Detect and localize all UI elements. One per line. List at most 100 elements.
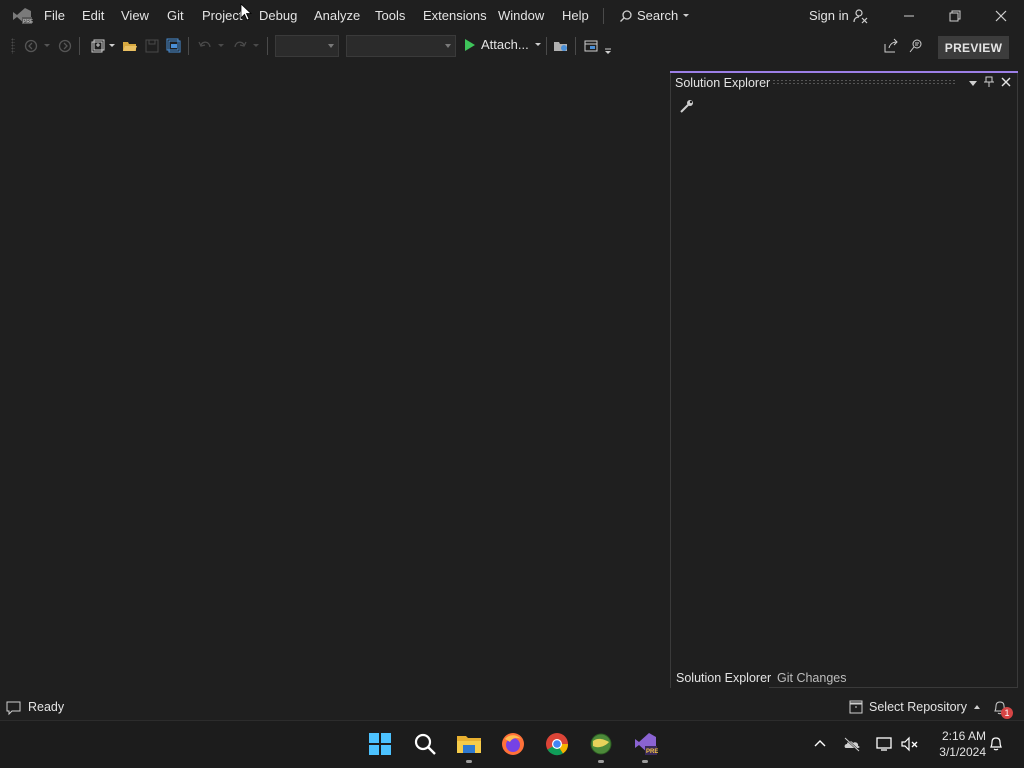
select-repository-label: Select Repository xyxy=(869,700,967,714)
properties-wrench-icon[interactable] xyxy=(679,98,695,114)
attach-label: Attach... xyxy=(481,37,529,52)
close-button[interactable] xyxy=(991,6,1011,26)
feedback-icon[interactable] xyxy=(908,38,924,54)
toolbar-separator xyxy=(267,37,268,55)
toolbar-separator xyxy=(575,37,576,55)
minimize-icon xyxy=(904,15,914,17)
close-icon xyxy=(1001,77,1011,87)
volume-muted-icon[interactable] xyxy=(901,736,919,752)
tab-solution-explorer[interactable]: Solution Explorer xyxy=(676,671,771,685)
panel-options-button[interactable] xyxy=(967,78,979,88)
toolbar-separator xyxy=(546,37,547,55)
notification-count-badge: 1 xyxy=(1001,707,1013,719)
chevron-up-icon xyxy=(814,740,826,747)
new-project-icon[interactable] xyxy=(89,38,105,54)
save-all-icon[interactable] xyxy=(166,38,182,54)
onedrive-offline-icon[interactable] xyxy=(843,736,861,752)
system-clock[interactable]: 2:16 AM 3/1/2024 xyxy=(928,728,986,760)
panel-active-indicator xyxy=(670,71,1018,73)
clock-time: 2:16 AM xyxy=(941,729,986,743)
notification-center-icon[interactable] xyxy=(988,736,1004,752)
panel-close-button[interactable] xyxy=(1000,76,1012,88)
chevron-down-icon xyxy=(328,44,334,48)
save-icon[interactable] xyxy=(144,38,160,54)
menu-file[interactable]: File xyxy=(44,8,65,23)
minimize-button[interactable] xyxy=(899,6,919,26)
running-indicator xyxy=(466,760,472,763)
menu-extensions[interactable]: Extensions xyxy=(423,8,487,23)
windows-start-icon[interactable] xyxy=(367,731,393,757)
mouse-cursor-icon xyxy=(240,3,253,21)
menu-help[interactable]: Help xyxy=(562,8,589,23)
restore-icon xyxy=(949,10,961,22)
browse-folder-icon[interactable] xyxy=(553,38,569,54)
toolbar-separator xyxy=(188,37,189,55)
pin-icon xyxy=(984,76,994,87)
close-icon xyxy=(995,10,1007,22)
attach-button[interactable]: Attach... xyxy=(464,37,542,52)
network-icon[interactable] xyxy=(875,736,893,752)
chevron-up-icon xyxy=(973,705,980,709)
show-hidden-icons-button[interactable] xyxy=(813,737,827,751)
toolbar-grip[interactable] xyxy=(11,38,15,54)
svg-text:PRE: PRE xyxy=(646,749,658,755)
chrome-icon[interactable] xyxy=(544,731,570,757)
menu-debug[interactable]: Debug xyxy=(259,8,297,23)
menu-window[interactable]: Window xyxy=(498,8,544,23)
chevron-down-icon xyxy=(683,13,690,17)
chevron-down-icon[interactable] xyxy=(217,38,225,54)
app-globe-icon[interactable] xyxy=(588,731,614,757)
configuration-dropdown[interactable] xyxy=(275,35,339,57)
file-explorer-icon[interactable] xyxy=(456,731,482,757)
search-button[interactable]: Search xyxy=(619,8,690,23)
menu-analyze[interactable]: Analyze xyxy=(314,8,360,23)
chevron-down-icon[interactable] xyxy=(43,38,51,54)
solution-explorer-panel xyxy=(670,72,1018,688)
search-icon xyxy=(620,9,632,22)
svg-text:PRE: PRE xyxy=(23,19,33,25)
output-notification-icon[interactable] xyxy=(6,700,22,716)
restore-button[interactable] xyxy=(945,6,965,26)
editor-area xyxy=(0,62,668,696)
running-indicator xyxy=(598,760,604,763)
running-indicator xyxy=(642,760,648,763)
visual-studio-logo-icon: PRE xyxy=(11,6,34,26)
open-folder-icon[interactable] xyxy=(122,38,138,54)
navigate-forward-icon[interactable] xyxy=(57,38,73,54)
status-text: Ready xyxy=(28,700,65,714)
toolbar-separator xyxy=(79,37,80,55)
menu-separator xyxy=(603,8,604,24)
menu-edit[interactable]: Edit xyxy=(82,8,104,23)
search-label: Search xyxy=(637,8,679,23)
menu-view[interactable]: View xyxy=(121,8,149,23)
preview-button[interactable]: PREVIEW xyxy=(938,36,1009,59)
redo-icon[interactable] xyxy=(232,38,248,54)
select-repository-button[interactable]: Select Repository xyxy=(849,700,981,714)
panel-grip[interactable] xyxy=(772,79,957,85)
menu-project[interactable]: Project xyxy=(202,8,242,23)
platform-dropdown[interactable] xyxy=(346,35,456,57)
menu-git[interactable]: Git xyxy=(167,8,184,23)
chevron-down-icon xyxy=(534,42,541,46)
taskbar-search-icon[interactable] xyxy=(412,731,438,757)
navigate-back-icon[interactable] xyxy=(23,38,39,54)
account-settings-icon[interactable] xyxy=(852,8,868,24)
chevron-down-icon xyxy=(445,44,451,48)
play-icon xyxy=(465,38,475,51)
pin-button[interactable] xyxy=(983,76,995,88)
notifications-button[interactable]: 1 xyxy=(992,700,1014,720)
tab-git-changes[interactable]: Git Changes xyxy=(777,671,846,685)
menu-tools[interactable]: Tools xyxy=(375,8,405,23)
visual-studio-preview-icon[interactable]: PRE xyxy=(632,731,658,757)
chevron-down-icon[interactable] xyxy=(252,38,260,54)
toolbar-overflow-icon[interactable] xyxy=(603,43,613,59)
chevron-down-icon xyxy=(969,81,977,86)
firefox-icon[interactable] xyxy=(500,731,526,757)
clock-date: 3/1/2024 xyxy=(939,745,986,759)
sign-in-link[interactable]: Sign in xyxy=(809,8,849,23)
live-share-icon[interactable] xyxy=(883,38,899,54)
window-layout-icon[interactable] xyxy=(583,38,599,54)
solution-explorer-title: Solution Explorer xyxy=(675,76,771,90)
chevron-down-icon[interactable] xyxy=(108,38,116,54)
undo-icon[interactable] xyxy=(197,38,213,54)
